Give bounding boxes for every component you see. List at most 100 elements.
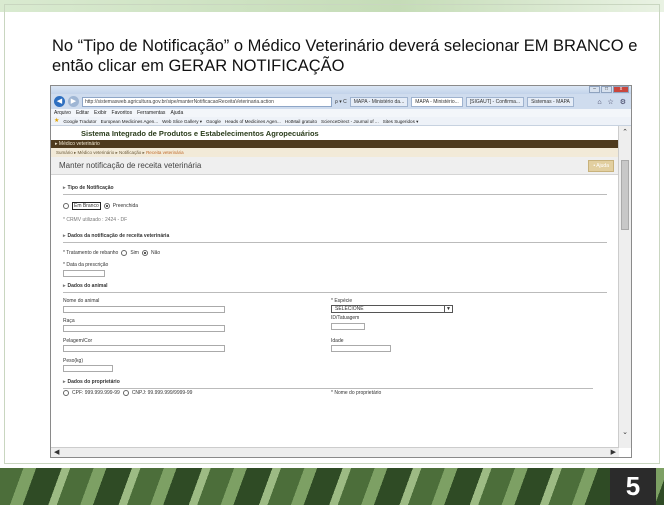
browser-tab[interactable]: MAPA - Ministério da... xyxy=(349,96,409,107)
tratamento-row: * Tratamento de rebanho Sim Não xyxy=(63,250,607,256)
menu-item-favoritos[interactable]: Favoritos xyxy=(112,109,133,117)
favorite-link[interactable]: Heads of Medicines Agen... xyxy=(225,117,281,125)
window-controls: – □ x xyxy=(589,86,629,93)
nome-proprietario-label: * Nome do proprietário xyxy=(331,390,382,396)
nome-animal-label: Nome do animal xyxy=(63,298,100,304)
browser-tab[interactable]: [SIGAUT] - Confirma... xyxy=(465,96,525,107)
notification-form: ▸ Tipo de Notificação Em Branco Preenchid… xyxy=(51,175,619,403)
radio-preenchida[interactable] xyxy=(103,203,110,209)
documento-options: CPF: 999.999.999-99 CNPJ: 99.999.999/999… xyxy=(63,390,192,396)
label-preenchida[interactable]: Preenchida xyxy=(113,203,138,209)
back-arrow-icon: ◀ xyxy=(56,98,63,105)
address-bar-row: ◀ ▶ http://sistemasweb.agricultura.gov.b… xyxy=(51,94,631,109)
section-dados-proprietario: ▸ Dados do proprietário xyxy=(63,373,593,389)
favorite-link[interactable]: Sites Sugeridos ▾ xyxy=(383,117,419,125)
breadcrumb: Sumário ▸ Médico veterinário ▸ Notificaç… xyxy=(51,148,619,157)
animal-fields: Nome do animal * Espécie SELECIONE ▼ Raç… xyxy=(63,293,607,403)
pelagem-input[interactable] xyxy=(63,345,225,352)
label-em-branco[interactable]: Em Branco xyxy=(72,202,101,210)
id-tatuagem-input[interactable] xyxy=(331,323,365,330)
page-title: Manter notificação de receita veterinári… xyxy=(59,161,202,170)
close-window-button[interactable]: x xyxy=(613,86,629,93)
radio-em-branco[interactable] xyxy=(63,203,69,209)
url-input[interactable]: http://sistemasweb.agricultura.gov.br/si… xyxy=(82,96,332,107)
favorite-link[interactable]: Google Tradutor xyxy=(63,117,96,125)
data-prescricao-label-row: * Data da prescrição xyxy=(63,262,607,268)
scroll-thumb[interactable] xyxy=(621,160,629,230)
tipo-options: Em Branco Preenchida xyxy=(63,202,607,210)
favorite-link[interactable]: Web Slice Gallery ▾ xyxy=(162,117,202,125)
menu-item-ajuda[interactable]: Ajuda xyxy=(170,109,183,117)
idade-input[interactable] xyxy=(331,345,391,352)
browser-tab[interactable]: Sistemas - MAPA xyxy=(527,96,574,107)
scroll-left-icon[interactable]: ◀ xyxy=(54,448,59,457)
favorite-link[interactable]: Google xyxy=(206,117,221,125)
minimize-button[interactable]: – xyxy=(589,86,600,93)
menu-item-ferramentas[interactable]: Ferramentas xyxy=(137,109,165,117)
section-dados-notificacao: ▸ Dados da notificação de receita veterin… xyxy=(63,223,607,243)
breadcrumb-current: Receita veterinária xyxy=(146,150,184,155)
browser-titlebar: – □ x xyxy=(51,86,631,94)
favorite-link[interactable]: HotMail gratuito xyxy=(285,117,317,125)
section-tipo-notificacao: ▸ Tipo de Notificação xyxy=(63,175,607,195)
favorite-link[interactable]: ScienceDirect - Journal of ... xyxy=(321,117,379,125)
especie-select[interactable]: SELECIONE ▼ xyxy=(331,305,453,313)
forward-arrow-icon: ▶ xyxy=(70,98,77,105)
favorite-link[interactable]: European Medicines Agen... xyxy=(101,117,158,125)
radio-tratamento-nao[interactable] xyxy=(141,250,148,256)
browser-tab-active[interactable]: MAPA - Ministério... xyxy=(411,96,463,107)
favorites-star-icon[interactable]: ★ xyxy=(54,117,59,125)
page-content: Sistema Integrado de Produtos e Estabele… xyxy=(51,126,619,448)
nome-animal-input[interactable] xyxy=(63,306,225,313)
label-sim[interactable]: Sim xyxy=(130,250,139,256)
label-cnpj[interactable]: CNPJ: 99.999.999/9999-99 xyxy=(132,390,193,396)
maximize-button[interactable]: □ xyxy=(601,86,612,93)
radio-cpf[interactable] xyxy=(63,390,69,396)
favorites-bar: ★ Google Tradutor European Medicines Age… xyxy=(51,117,631,126)
slide-caption: No “Tipo de Notificação” o Médico Veteri… xyxy=(52,37,638,75)
peso-input[interactable] xyxy=(63,365,113,372)
scroll-up-icon[interactable]: ⌃ xyxy=(619,128,631,136)
scroll-down-icon[interactable]: ⌄ xyxy=(619,428,631,436)
section-toggle-icon[interactable]: ▸ xyxy=(63,283,66,289)
menu-item-editar[interactable]: Editar xyxy=(76,109,89,117)
label-cpf[interactable]: CPF: 999.999.999-99 xyxy=(72,390,120,396)
section-dados-animal: ▸ Dados do animal xyxy=(63,277,607,293)
back-button[interactable]: ◀ xyxy=(54,96,65,107)
search-refresh-icons[interactable]: ρ ▾ C xyxy=(335,99,347,105)
data-prescricao-input[interactable] xyxy=(63,270,105,277)
pelagem-label: Pelagem/Cor xyxy=(63,338,93,344)
menu-bar: Arquivo Editar Exibir Favoritos Ferramen… xyxy=(51,109,631,117)
section-title-text: Dados da notificação de receita veteriná… xyxy=(67,233,170,239)
section-toggle-icon[interactable]: ▸ xyxy=(63,379,66,385)
tratamento-label: * Tratamento de rebanho xyxy=(63,250,119,256)
id-tatuagem-label: ID/Tatuagem xyxy=(331,315,360,321)
section-toggle-icon[interactable]: ▸ xyxy=(63,185,66,191)
raca-input[interactable] xyxy=(63,325,225,332)
slide-bottom-band xyxy=(0,468,664,505)
raca-label: Raça xyxy=(63,318,75,324)
idade-label: Idade xyxy=(331,338,344,344)
horizontal-scrollbar[interactable]: ◀ ▶ xyxy=(51,447,619,457)
radio-tratamento-sim[interactable] xyxy=(121,250,128,256)
vertical-scrollbar[interactable]: ⌃ ⌄ xyxy=(618,126,631,448)
section-toggle-icon[interactable]: ▸ xyxy=(63,233,66,239)
data-prescricao-label: * Data da prescrição xyxy=(63,262,109,268)
peso-label: Peso(kg) xyxy=(63,358,84,364)
section-title-text: Tipo de Notificação xyxy=(67,185,114,191)
slide-page-number: 5 xyxy=(610,468,656,505)
menu-item-arquivo[interactable]: Arquivo xyxy=(54,109,71,117)
menu-item-exibir[interactable]: Exibir xyxy=(94,109,107,117)
scroll-right-icon[interactable]: ▶ xyxy=(611,448,616,457)
home-favorites-settings-icons[interactable]: ⌂ ☆ ⚙ xyxy=(597,98,628,106)
page-header: Manter notificação de receita veterinári… xyxy=(51,157,619,175)
forward-button[interactable]: ▶ xyxy=(68,96,79,107)
help-button[interactable]: • Ajuda xyxy=(588,159,614,172)
radio-cnpj[interactable] xyxy=(122,390,129,396)
label-nao[interactable]: Não xyxy=(151,250,160,256)
breadcrumb-path[interactable]: Sumário ▸ Médico veterinário ▸ Notificaç… xyxy=(56,150,146,155)
especie-selected-value: SELECIONE xyxy=(335,306,364,312)
section-title-text: Dados do proprietário xyxy=(67,379,120,385)
profile-bar[interactable]: ▸ Médico veterinário xyxy=(51,140,619,148)
browser-window: – □ x ◀ ▶ http://sistemasweb.agricultura… xyxy=(50,85,632,458)
